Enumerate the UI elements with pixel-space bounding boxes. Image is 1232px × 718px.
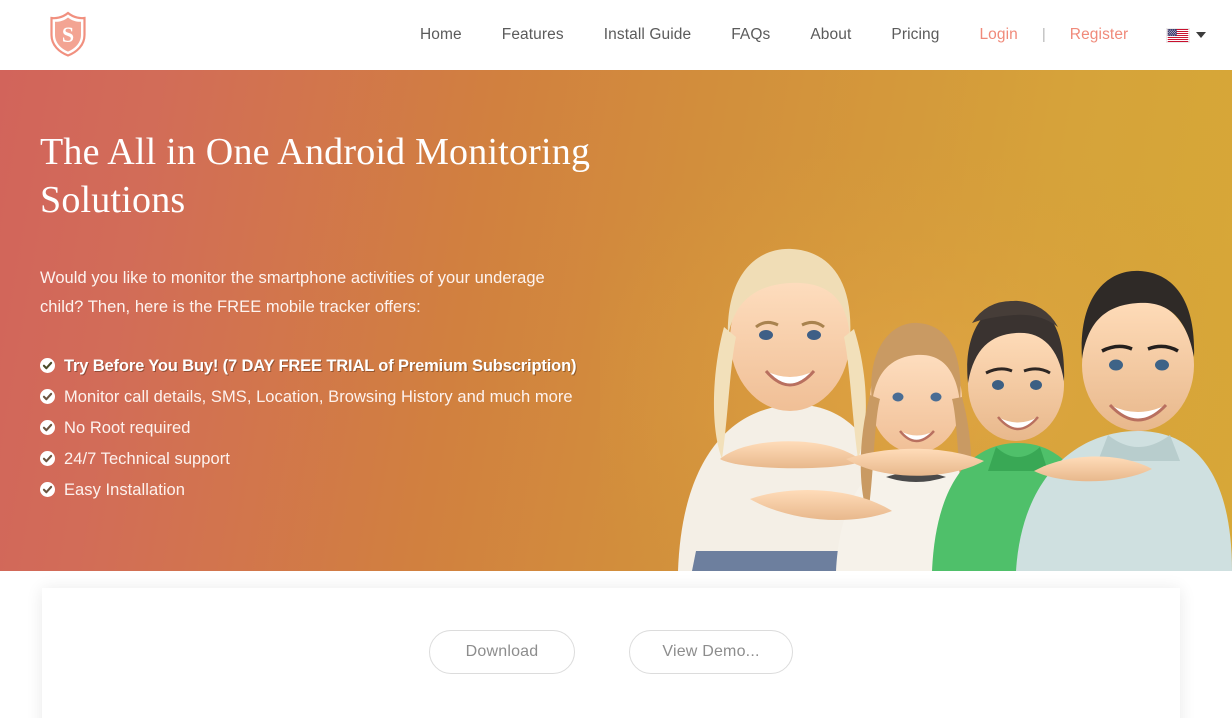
- main-navigation: Home Features Install Guide FAQs About P…: [400, 0, 1207, 70]
- hero-title: The All in One Android Monitoring Soluti…: [40, 131, 591, 221]
- view-demo-button[interactable]: View Demo...: [629, 630, 793, 674]
- nav-item-faqs[interactable]: FAQs: [711, 0, 790, 70]
- login-link[interactable]: Login: [959, 0, 1037, 70]
- download-button[interactable]: Download: [429, 630, 575, 674]
- hero-feature-label: Easy Installation: [64, 481, 185, 499]
- register-link[interactable]: Register: [1050, 0, 1149, 70]
- photo-arms: [750, 448, 984, 521]
- nav-item-about[interactable]: About: [790, 0, 871, 70]
- check-circle-icon: [40, 420, 55, 435]
- nav-item-install-guide[interactable]: Install Guide: [584, 0, 711, 70]
- hero-feature-label: No Root required: [64, 419, 191, 437]
- hero-feature-label: 24/7 Technical support: [64, 450, 230, 468]
- hero-feature-item: Monitor call details, SMS, Location, Bro…: [40, 385, 640, 410]
- hero-feature-item: Easy Installation: [40, 478, 640, 503]
- nav-item-features[interactable]: Features: [482, 0, 584, 70]
- site-header: S Home Features Install Guide FAQs About…: [0, 0, 1232, 70]
- hero-feature-item: No Root required: [40, 416, 640, 441]
- hero-copy: The All in One Android Monitoring Soluti…: [40, 128, 640, 509]
- hero-feature-list: Try Before You Buy! (7 DAY FREE TRIAL of…: [40, 354, 640, 503]
- language-selector[interactable]: [1148, 0, 1207, 70]
- photo-figure-father: [1016, 270, 1232, 571]
- hero-feature-item: 24/7 Technical support: [40, 447, 640, 472]
- brand-logo[interactable]: S: [48, 11, 88, 57]
- nav-item-home[interactable]: Home: [400, 0, 482, 70]
- happy-family-photo: [600, 159, 1232, 571]
- content-section: Download View Demo...: [0, 571, 1232, 718]
- check-circle-icon: [40, 482, 55, 497]
- check-circle-icon: [40, 451, 55, 466]
- hero-subtitle: Would you like to monitor the smartphone…: [40, 269, 545, 316]
- nav-separator: |: [1041, 26, 1046, 43]
- hero-section: The All in One Android Monitoring Soluti…: [0, 70, 1232, 571]
- hero-feature-label: Try Before You Buy! (7 DAY FREE TRIAL of…: [64, 357, 577, 375]
- shield-s-logo-icon: S: [50, 11, 86, 57]
- cta-button-row: Download View Demo...: [42, 630, 1180, 674]
- svg-text:S: S: [62, 22, 74, 47]
- us-flag-icon: [1166, 27, 1191, 43]
- chevron-down-icon: [1196, 32, 1207, 38]
- cta-panel: Download View Demo...: [42, 588, 1180, 718]
- check-circle-icon: [40, 358, 55, 373]
- photo-figure-daughter: [836, 322, 992, 571]
- hero-feature-label: Monitor call details, SMS, Location, Bro…: [64, 388, 573, 406]
- photo-figure-son: [932, 300, 1098, 571]
- hero-feature-item: Try Before You Buy! (7 DAY FREE TRIAL of…: [40, 354, 640, 379]
- nav-item-pricing[interactable]: Pricing: [871, 0, 959, 70]
- photo-figure-mother: [678, 248, 900, 571]
- check-circle-icon: [40, 389, 55, 404]
